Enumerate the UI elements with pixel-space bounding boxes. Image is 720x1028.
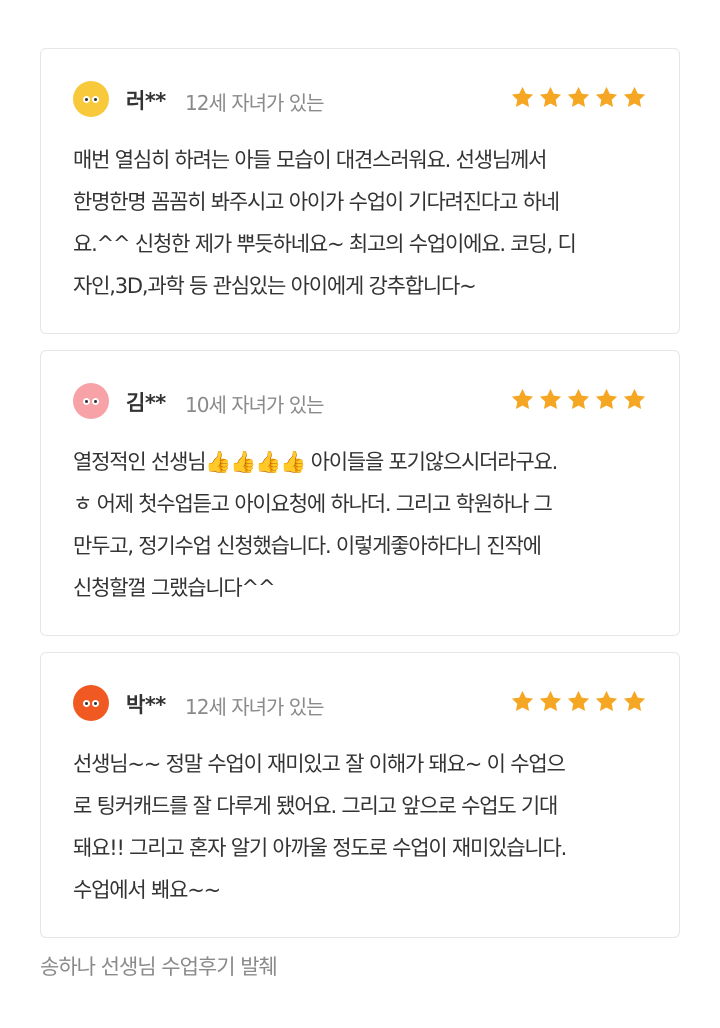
review-card: 박** 12세 자녀가 있는 선생님~~ 정말 수업이 재미있고 잘 이해가 돼… xyxy=(40,652,680,938)
star-icon xyxy=(595,86,618,107)
star-icon xyxy=(511,690,534,711)
star-icon xyxy=(539,86,562,107)
star-icon xyxy=(623,388,646,409)
reviewer-meta: 12세 자녀가 있는 xyxy=(185,91,325,115)
review-line: 열정적인 선생님👍👍👍👍 아이들을 포기않으시더라구요. xyxy=(73,450,558,474)
review-card: 러** 12세 자녀가 있는 매번 열심히 하려는 아들 모습이 대견스러워요.… xyxy=(40,48,680,334)
review-line: 선생님~~ 정말 수업이 재미있고 잘 이해가 돼요~ 이 수업으 xyxy=(73,752,566,776)
review-line: 자인,3D,과학 등 관심있는 아이에게 강추합니다~ xyxy=(73,274,477,298)
star-icon xyxy=(623,86,646,107)
yellow-face-avatar-icon xyxy=(73,81,109,117)
star-icon xyxy=(539,690,562,711)
review-line: 신청할껄 그랬습니다^^ xyxy=(73,576,276,600)
review-line: 돼요!! 그리고 혼자 알기 아까울 정도로 수업이 재미있습니다. xyxy=(73,836,567,860)
star-icon xyxy=(595,388,618,409)
review-line: 요.^^ 신청한 제가 뿌듯하네요~ 최고의 수업이에요. 코딩, 디 xyxy=(73,232,577,256)
star-icon xyxy=(511,86,534,107)
star-rating xyxy=(510,85,647,110)
star-icon xyxy=(623,690,646,711)
reviewer-name: 박** xyxy=(126,693,166,717)
star-rating xyxy=(510,387,647,412)
review-header: 박** 12세 자녀가 있는 xyxy=(73,683,647,723)
review-line: 매번 열심히 하려는 아들 모습이 대견스러워요. 선생님께서 xyxy=(73,148,547,172)
review-header: 러** 12세 자녀가 있는 xyxy=(73,79,647,119)
star-icon xyxy=(567,388,590,409)
pink-face-avatar-icon xyxy=(73,383,109,419)
review-line: 한명한명 꼼꼼히 봐주시고 아이가 수업이 기다려진다고 하네 xyxy=(73,190,560,214)
review-page: 러** 12세 자녀가 있는 매번 열심히 하려는 아들 모습이 대견스러워요.… xyxy=(0,0,720,1028)
review-card: 김** 10세 자녀가 있는 열정적인 선생님👍👍👍👍 아이들을 포기않으시더라… xyxy=(40,350,680,636)
reviewer-meta: 10세 자녀가 있는 xyxy=(185,393,325,417)
review-line: 만두고, 정기수업 신청했습니다. 이렇게좋아하다니 진작에 xyxy=(73,534,542,558)
star-icon xyxy=(511,388,534,409)
review-source-caption: 송하나 선생님 수업후기 발췌 xyxy=(40,955,278,979)
star-icon xyxy=(595,690,618,711)
review-text: 선생님~~ 정말 수업이 재미있고 잘 이해가 돼요~ 이 수업으 로 팅커캐드… xyxy=(73,743,653,911)
review-line: 수업에서 봬요~~ xyxy=(73,878,221,902)
reviewer-name: 러** xyxy=(126,89,166,113)
review-text: 열정적인 선생님👍👍👍👍 아이들을 포기않으시더라구요. ㅎ 어제 첫수업듣고 … xyxy=(73,441,653,609)
orange-face-avatar-icon xyxy=(73,685,109,721)
review-header: 김** 10세 자녀가 있는 xyxy=(73,381,647,421)
review-text: 매번 열심히 하려는 아들 모습이 대견스러워요. 선생님께서 한명한명 꼼꼼히… xyxy=(73,139,653,307)
review-line: ㅎ 어제 첫수업듣고 아이요청에 하나더. 그리고 학원하나 그 xyxy=(73,492,553,516)
star-icon xyxy=(567,86,590,107)
reviewer-name: 김** xyxy=(126,391,166,415)
star-rating xyxy=(510,689,647,714)
reviewer-meta: 12세 자녀가 있는 xyxy=(185,695,325,719)
star-icon xyxy=(567,690,590,711)
star-icon xyxy=(539,388,562,409)
review-line: 로 팅커캐드를 잘 다루게 됐어요. 그리고 앞으로 수업도 기대 xyxy=(73,794,558,818)
